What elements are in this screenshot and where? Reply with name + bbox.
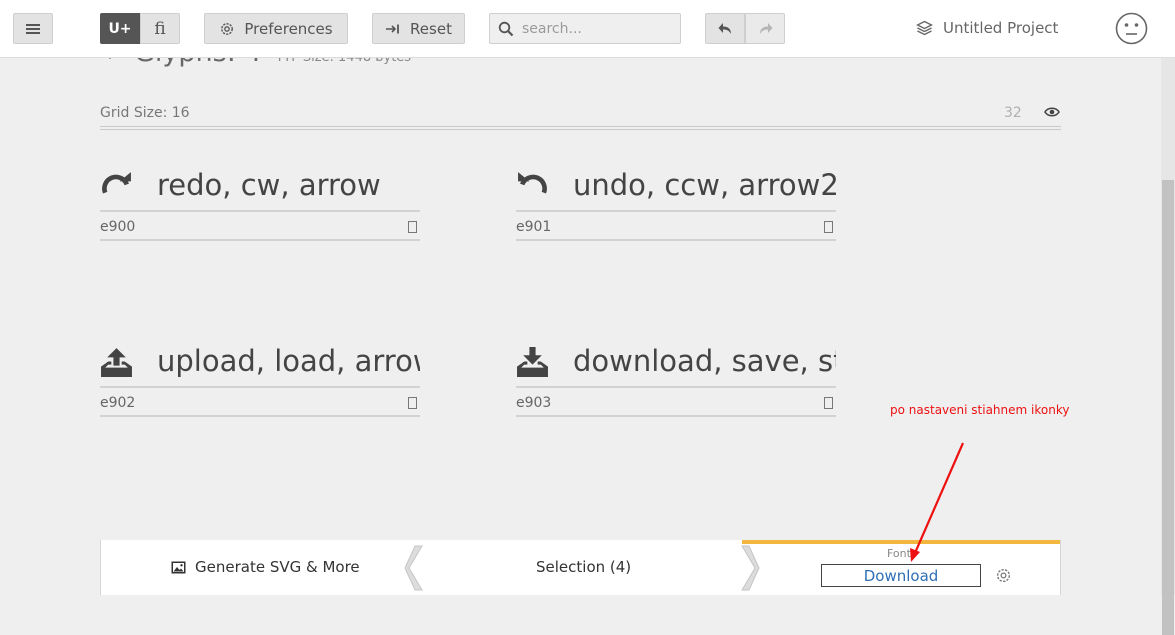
glyph-char-preview xyxy=(824,221,833,233)
eye-icon[interactable] xyxy=(1044,106,1060,118)
glyph-name: upload, load, arrow xyxy=(157,344,420,378)
redo-button[interactable] xyxy=(745,13,785,44)
avatar-icon[interactable] xyxy=(1115,12,1148,45)
glyph-preview[interactable]: upload, load, arrow xyxy=(100,341,420,387)
glyph-code-field[interactable]: e902 xyxy=(100,386,420,417)
glyph-code: e902 xyxy=(100,395,136,411)
download-icon xyxy=(517,347,548,377)
glyph-preview[interactable]: redo, cw, arrow xyxy=(100,165,420,211)
reset-icon xyxy=(386,24,399,33)
preferences-button[interactable]: Preferences xyxy=(204,13,348,44)
selection-tab[interactable]: Selection (4) xyxy=(536,558,631,576)
undo-button[interactable] xyxy=(705,13,745,44)
glyph-code-field[interactable]: e901 xyxy=(516,210,836,241)
glyph-char-preview xyxy=(408,221,417,233)
top-toolbar: U+ fi Preferences Reset search... Untitl… xyxy=(0,0,1175,58)
search-icon xyxy=(498,21,514,36)
glyph-preview[interactable]: download, save, st xyxy=(516,341,836,387)
glyph-code-field[interactable]: e900 xyxy=(100,210,420,241)
glyph-card[interactable]: redo, cw, arrow e900 xyxy=(100,165,420,241)
glyph-card[interactable]: undo, ccw, arrow2 e901 xyxy=(516,165,836,241)
glyph-card[interactable]: download, save, st e903 xyxy=(516,341,836,417)
glyph-code: e900 xyxy=(100,219,136,235)
glyph-char-preview xyxy=(408,397,417,409)
search-input[interactable] xyxy=(520,19,674,38)
project-name: Untitled Project xyxy=(943,19,1059,37)
annotation-arrow xyxy=(910,442,965,562)
annotation-note: po nastaveni stiahnem ikonky xyxy=(890,403,1070,417)
bottom-bar: Generate SVG & More Selection (4) Font D… xyxy=(100,540,1061,595)
grid-size-label: Grid Size: 16 xyxy=(100,105,190,121)
reset-button[interactable]: Reset xyxy=(372,13,465,44)
grid-size-slider[interactable]: Grid Size: 16 32 xyxy=(100,103,1061,130)
glyph-preview[interactable]: undo, ccw, arrow2 xyxy=(516,165,836,211)
hamburger-icon xyxy=(26,23,40,34)
font-tab-label: Font xyxy=(887,547,911,560)
unicode-mode-button[interactable]: U+ xyxy=(100,13,140,44)
font-settings-gear-icon[interactable] xyxy=(995,567,1012,584)
undo-icon xyxy=(518,172,547,194)
gear-icon xyxy=(221,22,234,35)
glyph-name: redo, cw, arrow xyxy=(157,168,381,202)
vertical-scrollbar[interactable] xyxy=(1161,57,1175,635)
ligature-mode-button[interactable]: fi xyxy=(140,13,180,44)
glyph-char-preview xyxy=(824,397,833,409)
glyph-card[interactable]: upload, load, arrow e902 xyxy=(100,341,420,417)
glyph-code: e901 xyxy=(516,219,552,235)
generate-svg-button[interactable]: Generate SVG & More xyxy=(171,558,360,576)
glyph-code: e903 xyxy=(516,395,552,411)
search-box xyxy=(489,13,681,44)
undo-arrow-icon xyxy=(718,23,731,34)
font-tab[interactable]: Font Download xyxy=(742,540,1060,595)
glyph-name: download, save, st xyxy=(573,344,836,378)
grid-size-max: 32 xyxy=(1004,105,1022,121)
download-button[interactable]: Download xyxy=(821,564,981,587)
glyph-name: undo, ccw, arrow2 xyxy=(573,168,836,202)
redo-icon xyxy=(102,172,131,194)
image-icon xyxy=(171,561,186,573)
reset-label: Reset xyxy=(410,19,452,38)
glyph-code-field[interactable]: e903 xyxy=(516,386,836,417)
generate-svg-label: Generate SVG & More xyxy=(195,558,360,576)
menu-button[interactable] xyxy=(13,13,53,44)
project-switcher[interactable]: Untitled Project xyxy=(916,19,1058,37)
upload-icon xyxy=(101,348,132,377)
layers-icon xyxy=(916,20,933,36)
preferences-label: Preferences xyxy=(244,19,333,38)
redo-arrow-icon xyxy=(759,23,772,34)
scrollbar-thumb[interactable] xyxy=(1162,180,1174,635)
chevron-left-icon[interactable] xyxy=(404,544,424,592)
